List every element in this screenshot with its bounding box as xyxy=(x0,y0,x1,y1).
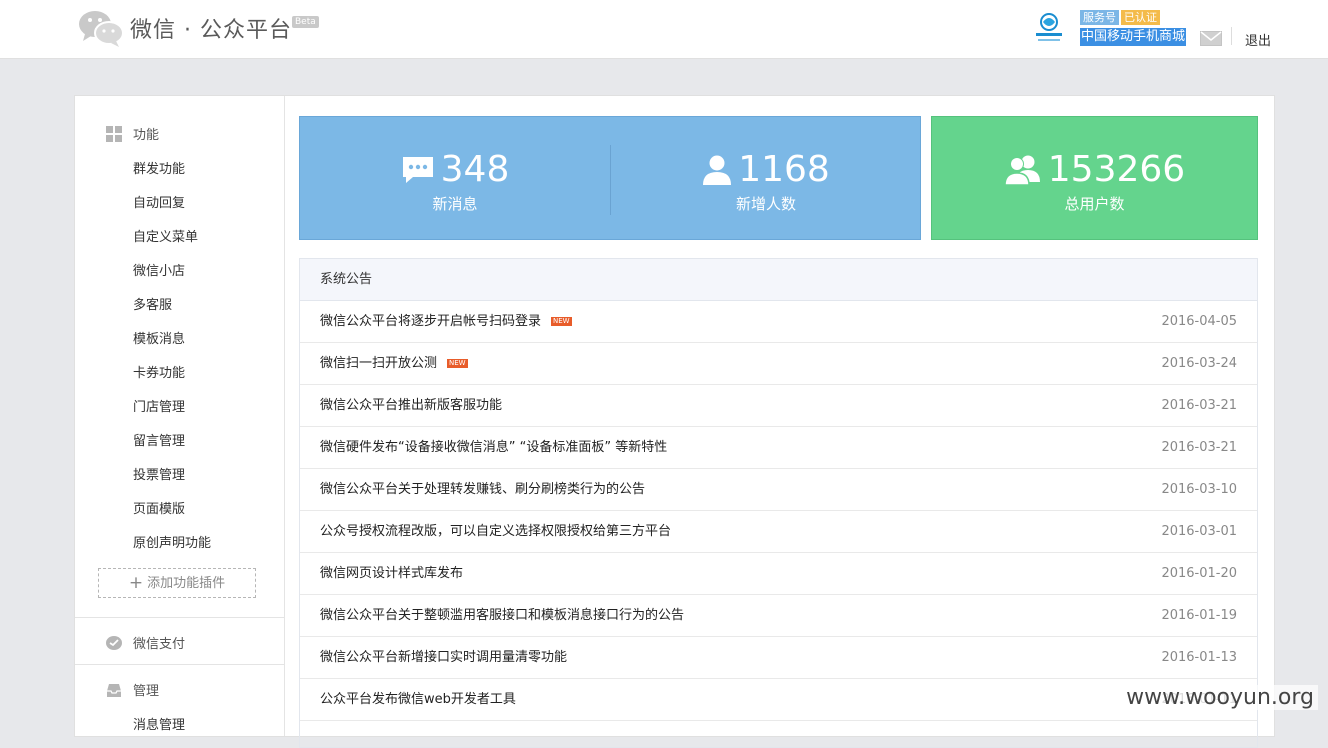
chat-bubble-icon xyxy=(402,156,433,183)
sidebar-item-comments[interactable]: 留言管理 xyxy=(133,430,185,449)
announcement-row[interactable]: 微信公众平台推出新版客服功能 2016-03-21 xyxy=(300,385,1257,427)
new-badge: NEW xyxy=(551,317,572,326)
announcement-row[interactable]: 微信网页设计样式库发布 2016-01-20 xyxy=(300,553,1257,595)
sidebar-item-votes[interactable]: 投票管理 xyxy=(133,464,185,483)
announcement-row[interactable]: 微信公众平台关于整顿滥用客服接口和模板消息接口行为的公告 2016-01-19 xyxy=(300,595,1257,637)
sidebar-item-template-message[interactable]: 模板消息 xyxy=(133,328,185,347)
sidebar-section-function-label: 功能 xyxy=(133,128,160,143)
announcement-date: 2016-01-20 xyxy=(1161,566,1237,581)
sidebar-divider xyxy=(75,617,284,618)
announcement-title[interactable]: 公众号授权流程改版，可以自定义选择权限授权给第三方平台 xyxy=(320,524,671,539)
announcement-title[interactable]: 微信公众平台关于整顿滥用客服接口和模板消息接口行为的公告 xyxy=(320,608,684,623)
new-users-label: 新增人数 xyxy=(735,195,796,213)
users-group-icon xyxy=(1004,155,1040,186)
announcement-row[interactable]: 公众号授权流程改版，可以自定义选择权限授权给第三方平台 2016-03-01 xyxy=(300,511,1257,553)
sidebar-item-original-declaration[interactable]: 原创声明功能 xyxy=(133,532,211,551)
watermark-text: www.wooyun.org xyxy=(1122,685,1318,710)
sidebar-item-mass-send[interactable]: 群发功能 xyxy=(133,158,185,177)
sidebar-section-pay-label: 微信支付 xyxy=(133,637,186,652)
sidebar: 功能 群发功能 自动回复 自定义菜单 微信小店 多客服 模板消息 卡券功能 门店… xyxy=(75,96,285,736)
announcements-panel: 系统公告 微信公众平台将逐步开启帐号扫码登录 NEW 2016-04-05 微信扫一… xyxy=(299,258,1258,748)
announcement-row[interactable]: 微信公众平台将逐步开启帐号扫码登录 NEW 2016-04-05 xyxy=(300,301,1257,343)
user-icon xyxy=(703,155,732,185)
announcement-date: 2016-04-05 xyxy=(1161,314,1237,329)
add-plugin-button[interactable]: + 添加功能插件 xyxy=(98,568,256,598)
china-mobile-logo-icon xyxy=(1036,13,1062,41)
announcement-date: 2016-03-24 xyxy=(1161,356,1237,371)
service-account-badge: 服务号 xyxy=(1080,10,1119,25)
account-name[interactable]: 中国移动手机商城 xyxy=(1080,28,1187,46)
announcement-row[interactable]: 微信硬件发布“设备接收微信消息” “设备标准面板” 等新特性 2016-03-21 xyxy=(300,427,1257,469)
header-divider xyxy=(1231,27,1232,45)
sidebar-item-page-templates[interactable]: 页面模版 xyxy=(133,498,185,517)
sidebar-section-manage[interactable]: 管理 xyxy=(105,680,159,699)
new-messages-count: 348 xyxy=(440,149,510,190)
sidebar-item-store-management[interactable]: 门店管理 xyxy=(133,396,185,415)
announcement-date: 2016-01-19 xyxy=(1161,608,1237,623)
stat-new-users[interactable]: 1168 新增人数 xyxy=(611,117,921,241)
stats-panel-green: 153266 总用户数 xyxy=(931,116,1258,240)
announcement-title[interactable]: 微信扫一扫开放公测 xyxy=(320,356,437,371)
total-users-count: 153266 xyxy=(1047,149,1186,190)
announcement-date: 2016-01-13 xyxy=(1161,650,1237,665)
sidebar-section-function[interactable]: 功能 xyxy=(105,124,159,143)
brand-title: 微信 · 公众平台 xyxy=(130,18,292,43)
grid-icon xyxy=(106,125,122,142)
main-card: 功能 群发功能 自动回复 自定义菜单 微信小店 多客服 模板消息 卡券功能 门店… xyxy=(74,95,1275,748)
mail-icon[interactable] xyxy=(1200,31,1222,46)
wechat-pay-icon xyxy=(106,635,122,650)
sidebar-section-manage-label: 管理 xyxy=(133,684,160,699)
sidebar-item-custom-menu[interactable]: 自定义菜单 xyxy=(133,226,198,245)
inbox-icon xyxy=(107,683,121,697)
add-plugin-label: 添加功能插件 xyxy=(147,576,226,591)
announcement-title[interactable]: 公众平台发布微信web开发者工具 xyxy=(320,692,516,707)
announcement-date: 2016-03-21 xyxy=(1161,398,1237,413)
total-users-label: 总用户数 xyxy=(1064,195,1125,213)
top-header: 微信 · 公众平台 Beta 服务号 已认证 中国移动手机商城 退出 xyxy=(0,0,1328,59)
plus-icon: + xyxy=(128,573,144,593)
announcement-title[interactable]: 微信公众平台推出新版客服功能 xyxy=(320,398,502,413)
wechat-logo-icon[interactable] xyxy=(78,8,124,48)
announcement-row[interactable]: 微信扫一扫开放公测 NEW 2016-03-24 xyxy=(300,343,1257,385)
announcement-row[interactable]: 微信公众平台关于处理转发赚钱、刷分刷榜类行为的公告 2016-03-10 xyxy=(300,469,1257,511)
announcement-title[interactable]: 微信网页设计样式库发布 xyxy=(320,566,463,581)
announcement-row[interactable]: 微信公众平台新增接口实时调用量清零功能 2016-01-13 xyxy=(300,637,1257,679)
announcement-title[interactable]: 微信公众平台新增接口实时调用量清零功能 xyxy=(320,650,567,665)
announcement-date: 2016-03-10 xyxy=(1161,482,1237,497)
stats-panel-blue: 348 新消息 1168 新增人数 xyxy=(299,116,921,240)
sidebar-item-wechat-store[interactable]: 微信小店 xyxy=(133,260,185,279)
announcement-date: 2016-03-21 xyxy=(1161,440,1237,455)
new-messages-label: 新消息 xyxy=(432,195,478,213)
announcement-row[interactable]: 公众平台发布微信web开发者工具2016-01-11 xyxy=(300,679,1257,721)
announcements-list: 微信公众平台将逐步开启帐号扫码登录 NEW 2016-04-05 微信扫一扫开放公测… xyxy=(300,301,1257,721)
sidebar-item-auto-reply[interactable]: 自动回复 xyxy=(133,192,185,211)
announcement-title[interactable]: 微信公众平台关于处理转发赚钱、刷分刷榜类行为的公告 xyxy=(320,482,645,497)
announcement-title[interactable]: 微信硬件发布“设备接收微信消息” “设备标准面板” 等新特性 xyxy=(320,440,667,455)
announcement-title[interactable]: 微信公众平台将逐步开启帐号扫码登录 xyxy=(320,314,541,329)
sidebar-item-coupons[interactable]: 卡券功能 xyxy=(133,362,185,381)
new-badge: NEW xyxy=(447,359,468,368)
logout-link[interactable]: 退出 xyxy=(1245,30,1271,49)
sidebar-divider xyxy=(75,664,284,665)
sidebar-item-message-management[interactable]: 消息管理 xyxy=(133,714,185,733)
sidebar-section-pay[interactable]: 微信支付 xyxy=(105,633,185,652)
new-users-count: 1168 xyxy=(738,149,830,190)
beta-badge: Beta xyxy=(292,16,319,28)
stat-new-messages[interactable]: 348 新消息 xyxy=(300,117,610,241)
announcements-title: 系统公告 xyxy=(300,259,1257,301)
verified-badge: 已认证 xyxy=(1121,10,1160,25)
stat-total-users[interactable]: 153266 总用户数 xyxy=(932,117,1257,241)
sidebar-item-multi-service[interactable]: 多客服 xyxy=(133,294,172,313)
announcement-date: 2016-03-01 xyxy=(1161,524,1237,539)
